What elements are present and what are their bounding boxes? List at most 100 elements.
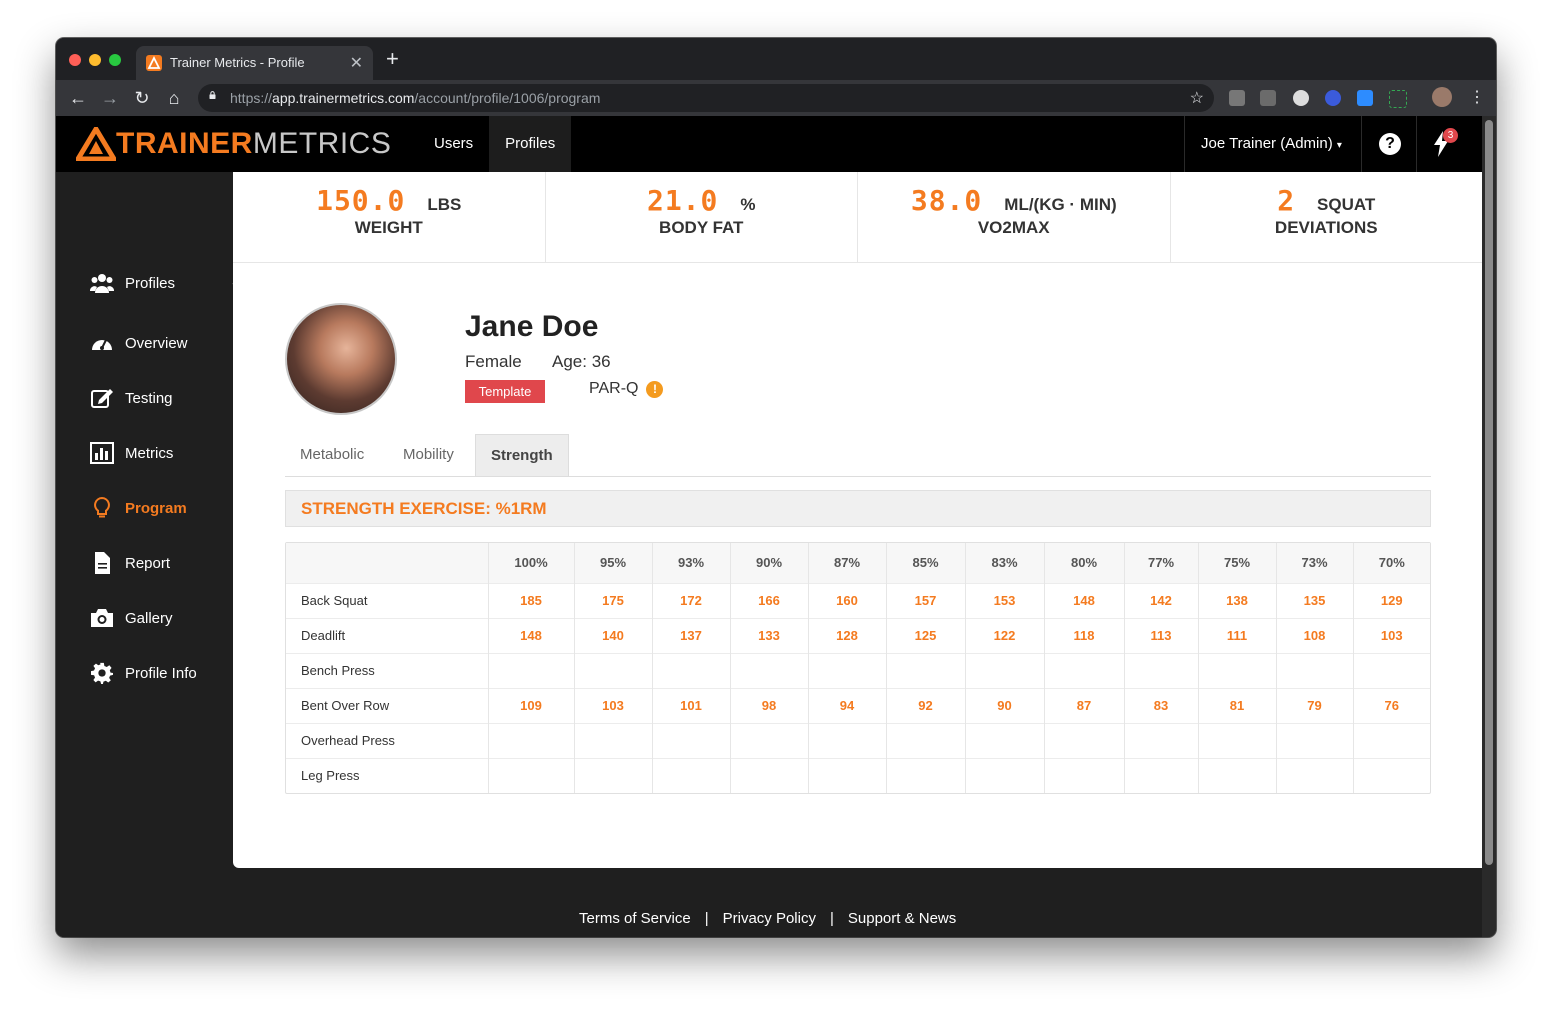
bookmark-star-icon[interactable]: ☆ bbox=[1190, 88, 1204, 108]
table-cell bbox=[1124, 652, 1199, 688]
tab-mobility[interactable]: Mobility bbox=[388, 434, 469, 475]
table-cell bbox=[1124, 757, 1199, 793]
browser-toolbar: ← → ↻ ⌂ https://app.trainermetrics.com/a… bbox=[56, 80, 1496, 116]
sidebar-item-profiles[interactable]: Profiles ⌄ bbox=[90, 271, 240, 295]
table-header-cell: 95% bbox=[574, 543, 653, 583]
table-cell bbox=[1276, 722, 1354, 758]
reload-icon[interactable]: ↻ bbox=[132, 88, 152, 108]
table-cell bbox=[1124, 722, 1199, 758]
table-cell: 128 bbox=[808, 617, 887, 653]
user-menu[interactable]: Joe Trainer (Admin) ▾ bbox=[1184, 116, 1358, 172]
table-header-cell: 73% bbox=[1276, 543, 1354, 583]
home-icon[interactable]: ⌂ bbox=[164, 88, 184, 108]
page-scrollbar[interactable] bbox=[1482, 116, 1496, 937]
tab-strength[interactable]: Strength bbox=[475, 434, 569, 476]
extension-hubspot-icon[interactable] bbox=[1260, 90, 1276, 106]
exercise-name: Leg Press bbox=[286, 757, 489, 793]
stat-unit: % bbox=[740, 195, 756, 214]
support-news-link[interactable]: Support & News bbox=[848, 910, 956, 927]
back-icon[interactable]: ← bbox=[68, 88, 88, 108]
help-button[interactable]: ? bbox=[1361, 116, 1417, 172]
table-cell bbox=[808, 722, 887, 758]
table-cell: 135 bbox=[1276, 582, 1354, 618]
browser-profile-avatar[interactable] bbox=[1432, 87, 1452, 107]
table-cell: 138 bbox=[1198, 582, 1277, 618]
warning-icon: ! bbox=[646, 380, 664, 398]
sidebar-item-gallery[interactable]: Gallery bbox=[90, 606, 173, 630]
avatar bbox=[285, 303, 397, 415]
tab-metabolic[interactable]: Metabolic bbox=[285, 434, 379, 475]
parq-label: PAR-Q bbox=[589, 380, 639, 397]
table-cell bbox=[730, 722, 809, 758]
table-row: Back Squat 185 175 172 166 160 157 153 148 142 138… bbox=[286, 582, 1430, 618]
sidebar-item-label: Report bbox=[125, 554, 171, 572]
maximize-window-button[interactable] bbox=[109, 54, 121, 66]
extension-circle-icon[interactable] bbox=[1293, 90, 1309, 106]
sidebar-item-label: Profile Info bbox=[125, 664, 197, 682]
extension-shield-icon[interactable] bbox=[1325, 90, 1341, 106]
table-cell bbox=[730, 652, 809, 688]
sidebar-item-profile-info[interactable]: Profile Info bbox=[90, 661, 197, 685]
table-cell: 87 bbox=[1044, 687, 1125, 723]
table-cell: 137 bbox=[652, 617, 731, 653]
caret-down-icon: ▾ bbox=[1336, 140, 1342, 151]
nav-users[interactable]: Users bbox=[418, 116, 489, 172]
stat-value: 150.0 bbox=[316, 184, 406, 217]
terms-of-service-link[interactable]: Terms of Service bbox=[579, 910, 691, 927]
table-cell bbox=[488, 757, 575, 793]
new-tab-button[interactable]: + bbox=[386, 48, 399, 70]
table-cell: 92 bbox=[886, 687, 966, 723]
table-cell: 83 bbox=[1124, 687, 1199, 723]
extension-g-icon[interactable] bbox=[1229, 90, 1245, 106]
stat-label: BODY FAT bbox=[659, 218, 744, 237]
browser-tab[interactable]: Trainer Metrics - Profile ✕ bbox=[136, 46, 373, 80]
table-row: Bent Over Row 109 103 101 98 94 92 90 87 83 81 79 76 bbox=[286, 687, 1430, 723]
parq-status[interactable]: PAR-Q ! bbox=[589, 380, 664, 398]
sidebar-item-testing[interactable]: Testing bbox=[90, 386, 173, 410]
sidebar-item-program[interactable]: Program bbox=[90, 496, 187, 520]
table-cell bbox=[886, 757, 966, 793]
extension-zoom-icon[interactable] bbox=[1357, 90, 1373, 106]
table-cell: 101 bbox=[652, 687, 731, 723]
users-icon bbox=[90, 271, 114, 295]
table-header-row: 100% 95% 93% 90% 87% 85% 83% 80% 77% 75% 73% 70% bbox=[286, 543, 1430, 583]
table-cell: 129 bbox=[1353, 582, 1430, 618]
scroll-thumb[interactable] bbox=[1485, 120, 1493, 865]
stat-label: DEVIATIONS bbox=[1274, 218, 1378, 237]
exercise-name: Bench Press bbox=[286, 652, 489, 688]
extension-capture-icon[interactable] bbox=[1389, 90, 1407, 108]
table-cell bbox=[574, 757, 653, 793]
table-cell: 140 bbox=[574, 617, 653, 653]
table-cell: 94 bbox=[808, 687, 887, 723]
table-header-cell: 87% bbox=[808, 543, 887, 583]
table-cell: 166 bbox=[730, 582, 809, 618]
app-header: TRAINER METRICS Users Profiles Joe Traine… bbox=[56, 116, 1482, 172]
table-cell bbox=[1198, 722, 1277, 758]
footer: Terms of Service | Privacy Policy | Supp… bbox=[56, 868, 1482, 937]
notifications-button[interactable]: 3 bbox=[1416, 116, 1472, 172]
table-row: Leg Press bbox=[286, 757, 1430, 793]
table-cell: 103 bbox=[574, 687, 653, 723]
sidebar-item-overview[interactable]: Overview bbox=[90, 331, 188, 355]
url-text: https://app.trainermetrics.com/account/p… bbox=[230, 90, 601, 106]
stat-weight: 150.0 LBS WEIGHT bbox=[233, 172, 546, 262]
sidebar-item-metrics[interactable]: Metrics bbox=[90, 441, 173, 465]
address-bar[interactable]: https://app.trainermetrics.com/account/p… bbox=[198, 84, 1214, 112]
trainermetrics-logo[interactable]: TRAINER METRICS bbox=[76, 126, 391, 162]
table-cell: 76 bbox=[1353, 687, 1430, 723]
close-window-button[interactable] bbox=[69, 54, 81, 66]
privacy-policy-link[interactable]: Privacy Policy bbox=[723, 910, 816, 927]
table-cell: 118 bbox=[1044, 617, 1125, 653]
sidebar-item-report[interactable]: Report bbox=[90, 551, 170, 575]
nav-profiles[interactable]: Profiles bbox=[489, 116, 572, 172]
footer-separator: | bbox=[829, 910, 834, 927]
table-header-cell: 90% bbox=[730, 543, 809, 583]
table-cell: 103 bbox=[1353, 617, 1430, 653]
minimize-window-button[interactable] bbox=[89, 54, 101, 66]
stat-label: VO2MAX bbox=[977, 218, 1050, 237]
tab-close-icon[interactable]: ✕ bbox=[350, 53, 363, 73]
forward-icon[interactable]: → bbox=[100, 88, 120, 108]
browser-menu-icon[interactable]: ⋮ bbox=[1469, 88, 1485, 108]
favicon-icon bbox=[146, 55, 162, 71]
table-cell bbox=[1198, 757, 1277, 793]
